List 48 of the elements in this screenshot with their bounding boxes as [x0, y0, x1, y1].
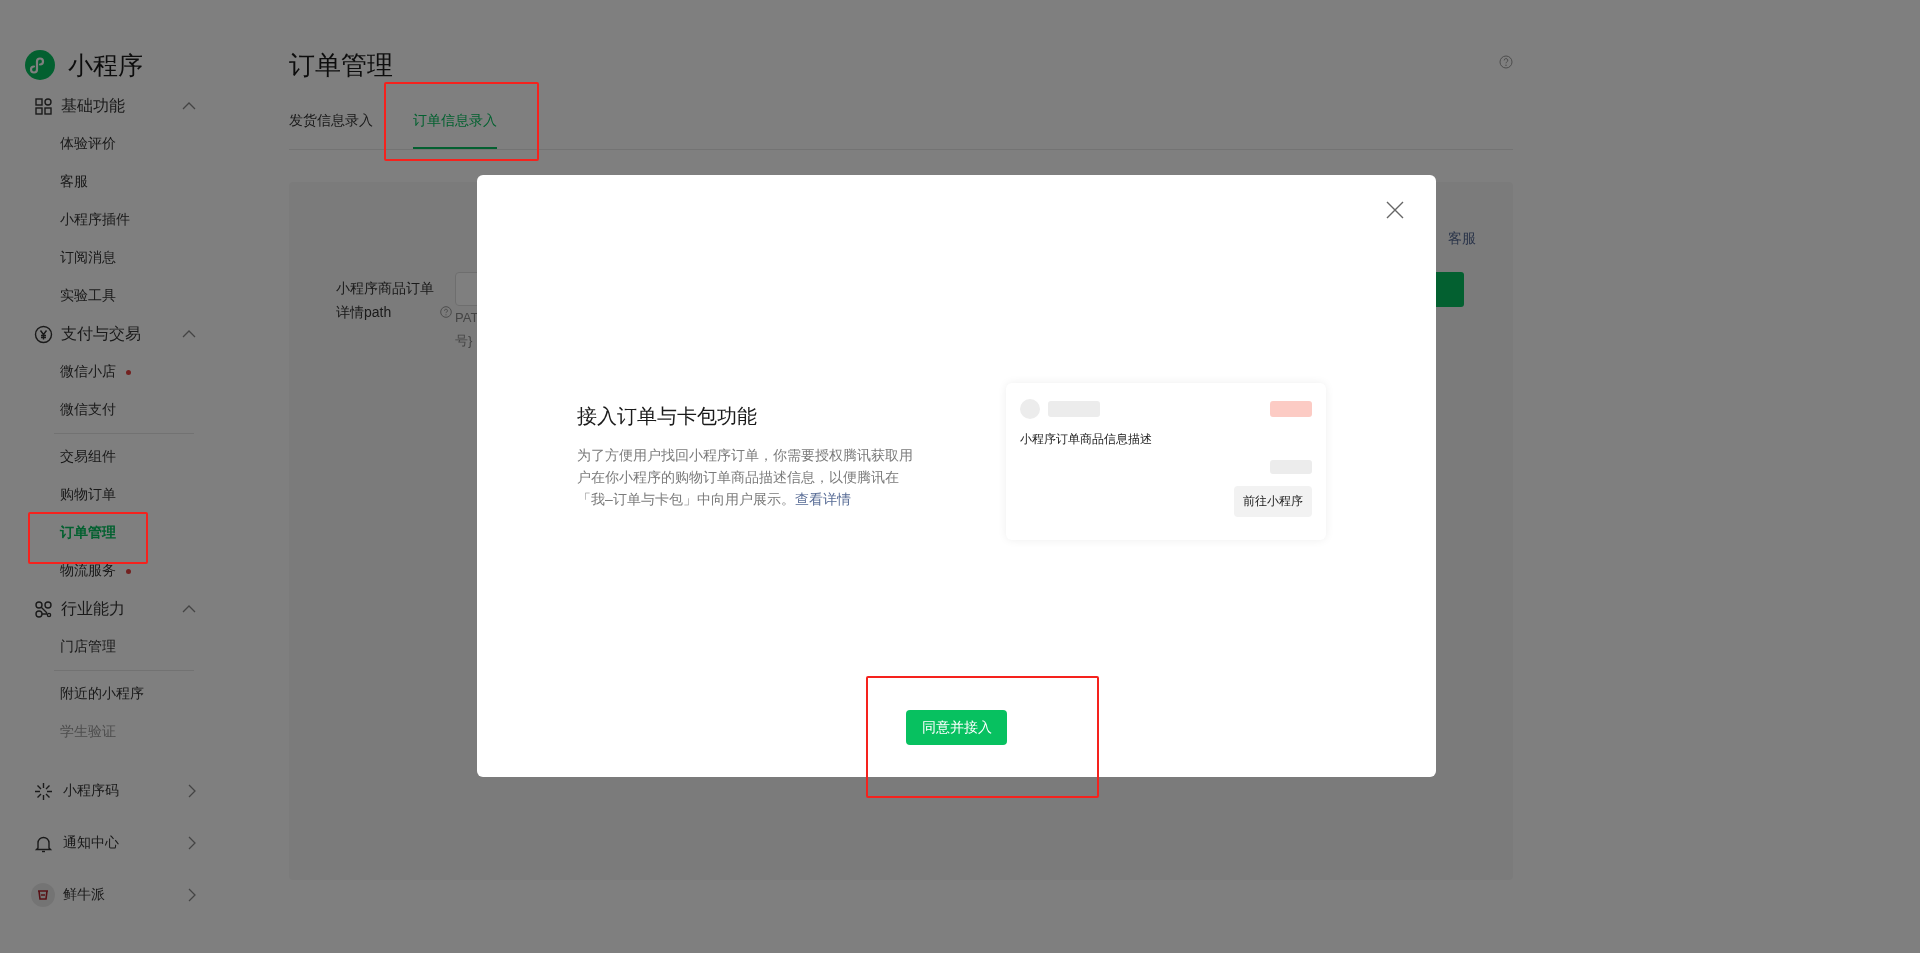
chevron-right-icon: [188, 888, 196, 902]
description-text: 为了方便用户找回小程序订单，你需要授权腾讯获取用户在你小程序的购物订单商品描述信息，以便腾讯在「我–订单与卡包」中向用户展示。查看详情: [577, 446, 914, 509]
tab[interactable]: 发货信息录入: [289, 112, 373, 149]
brand-logo-icon: [25, 50, 55, 80]
details-link[interactable]: 查看详情: [794, 491, 851, 507]
chevron-right-icon: [188, 836, 196, 850]
page-title: 订单管理: [289, 48, 393, 82]
sidebar-item[interactable]: 交易组件: [60, 448, 116, 466]
chevron-up-icon: [182, 102, 196, 110]
agree-button[interactable]: 同意并接入: [906, 710, 1007, 745]
placeholder-tag: [1270, 401, 1312, 417]
sidebar-link[interactable]: 通知中心: [0, 817, 230, 869]
sidebar-item[interactable]: 小程序插件: [60, 211, 130, 229]
sidebar-link[interactable]: 小程序码: [0, 765, 230, 817]
sidebar-section[interactable]: 支付与交易: [0, 315, 230, 353]
section-title: 行业能力: [61, 598, 126, 619]
open-miniprogram-button[interactable]: 前往小程序: [1234, 486, 1312, 517]
avatar-icon: [31, 883, 55, 907]
sidebar-item[interactable]: 门店管理: [60, 638, 116, 656]
sidebar-item[interactable]: 购物订单: [60, 486, 116, 504]
preview-description: 小程序订单商品信息描述: [1020, 431, 1153, 448]
sidebar-item[interactable]: 物流服务: [60, 562, 116, 580]
close-icon: [1386, 201, 1404, 219]
sidebar-item[interactable]: 实验工具: [60, 287, 116, 305]
chevron-up-icon: [182, 605, 196, 613]
app-name: 小程序: [68, 49, 143, 81]
sparkle-icon: [34, 781, 53, 801]
sidebar-link[interactable]: 鲜牛派: [0, 869, 230, 921]
sidebar-item[interactable]: 体验评价: [60, 135, 116, 153]
dialog-title: 接入订单与卡包功能: [577, 404, 758, 429]
section-title: 基础功能: [61, 95, 126, 116]
field-label: 小程序商品订单详情path: [336, 279, 435, 322]
chevron-up-icon: [182, 330, 196, 338]
sidebar-item[interactable]: 微信支付: [60, 401, 116, 419]
sidebar-section[interactable]: 基础功能: [0, 87, 230, 125]
sidebar-item[interactable]: 附近的小程序: [60, 685, 144, 703]
help-icon: [1499, 55, 1513, 69]
nodes-icon: [34, 599, 53, 619]
help-icon: [440, 306, 452, 318]
sidebar-item[interactable]: 订阅消息: [60, 249, 116, 267]
service-link[interactable]: 客服: [1448, 230, 1476, 254]
sidebar-item[interactable]: 微信小店: [60, 363, 116, 381]
sidebar-section[interactable]: 行业能力: [0, 590, 230, 628]
chevron-right-icon: [188, 784, 196, 798]
section-title: 支付与交易: [61, 323, 142, 344]
yen-coin-icon: [34, 324, 53, 344]
grid-icon: [34, 96, 53, 116]
sidebar-item[interactable]: 客服: [60, 173, 88, 191]
